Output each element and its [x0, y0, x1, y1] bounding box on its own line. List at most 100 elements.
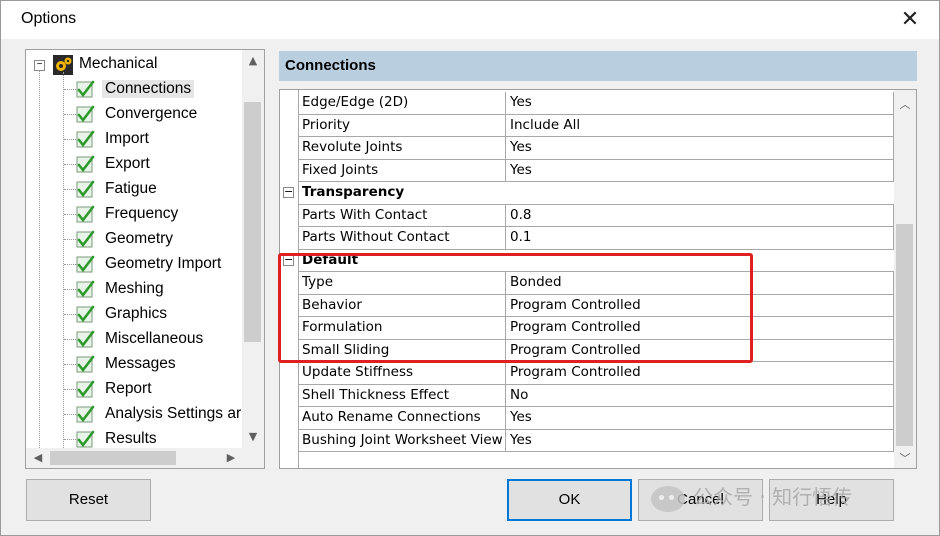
property-row[interactable]: Parts With Contact 0.8: [298, 204, 894, 227]
property-value[interactable]: 0.1: [506, 227, 894, 250]
tree-vertical-scrollbar[interactable]: ▲ ▼: [242, 50, 264, 448]
property-name: Priority: [298, 114, 506, 137]
property-value[interactable]: Yes: [506, 92, 894, 115]
options-tree[interactable]: − Mechanical Connections Convergence Impor…: [25, 49, 265, 469]
property-row[interactable]: Formulation Program Controlled: [298, 317, 894, 340]
property-name: Update Stiffness: [298, 362, 506, 385]
property-row[interactable]: Type Bonded: [298, 272, 894, 295]
grid-scroll-up-icon[interactable]: ︿: [896, 96, 914, 112]
group-collapse-toggle[interactable]: −: [283, 254, 294, 266]
close-button[interactable]: ✕: [895, 7, 925, 35]
tree-item-label: Geometry Import: [105, 255, 222, 272]
property-name: Edge/Edge (2D): [298, 92, 506, 115]
tree-scroll-thumb[interactable]: [244, 102, 261, 342]
tree-item-label: Import: [105, 130, 149, 147]
grid-vertical-scrollbar[interactable]: ︿ ﹀: [894, 90, 916, 468]
property-row[interactable]: Edge/Edge (2D) Yes: [298, 92, 894, 115]
property-value[interactable]: Yes: [506, 429, 894, 452]
tree-item-label: Connections: [102, 80, 195, 98]
tree-item-label: Export: [105, 155, 150, 172]
group-title: Transparency: [302, 184, 405, 200]
options-dialog: Options ✕ − Mechanical Connections Conver…: [0, 0, 940, 536]
property-row[interactable]: Parts Without Contact 0.1: [298, 227, 894, 250]
check-icon: [76, 280, 95, 298]
property-value[interactable]: Program Controlled: [506, 317, 894, 340]
check-icon: [76, 230, 95, 248]
property-name: Small Sliding: [298, 339, 506, 362]
tree-root-label: Mechanical: [79, 55, 158, 72]
property-name: Auto Rename Connections: [298, 407, 506, 430]
check-icon: [76, 305, 95, 323]
check-icon: [76, 380, 95, 398]
tree-horizontal-scrollbar[interactable]: ◀ ▶: [26, 448, 264, 468]
watermark-text: 公众号 · 知行悟传: [693, 485, 853, 509]
property-name: Formulation: [298, 317, 506, 340]
property-row[interactable]: Priority Include All: [298, 114, 894, 137]
property-value[interactable]: Yes: [506, 137, 894, 160]
property-row[interactable]: Revolute Joints Yes: [298, 137, 894, 160]
property-row[interactable]: Shell Thickness Effect No: [298, 384, 894, 407]
check-icon: [76, 430, 95, 448]
group-collapse-toggle[interactable]: −: [283, 186, 294, 198]
property-row[interactable]: Behavior Program Controlled: [298, 294, 894, 317]
property-row[interactable]: Auto Rename Connections Yes: [298, 407, 894, 430]
section-header: Connections: [279, 51, 917, 81]
window-title: Options: [21, 10, 77, 27]
property-name: Fixed Joints: [298, 159, 506, 182]
tree-item-label: Results: [105, 430, 157, 447]
check-icon: [76, 255, 95, 273]
group-default[interactable]: − Default: [280, 250, 894, 272]
tree-item-label: Graphics: [105, 305, 168, 322]
ok-button[interactable]: OK: [507, 479, 632, 521]
tree-item-label: Frequency: [105, 205, 179, 222]
watermark: 公众号 · 知行悟传: [651, 481, 852, 517]
close-icon: ✕: [900, 7, 920, 32]
property-name: Behavior: [298, 294, 506, 317]
property-name: Bushing Joint Worksheet View: [298, 429, 506, 452]
property-value[interactable]: Program Controlled: [506, 362, 894, 385]
title-bar: Options ✕: [1, 1, 939, 39]
tree-item-label: Geometry: [105, 230, 174, 247]
group-title: Default: [302, 251, 359, 268]
reset-button[interactable]: Reset: [26, 479, 151, 521]
property-row[interactable]: Fixed Joints Yes: [298, 159, 894, 182]
grid-scroll-thumb[interactable]: [896, 224, 913, 446]
scroll-up-icon[interactable]: ▲: [244, 54, 262, 67]
check-icon: [76, 130, 95, 148]
property-value[interactable]: Include All: [506, 114, 894, 137]
check-icon: [76, 405, 95, 423]
check-icon: [76, 155, 95, 173]
property-value[interactable]: Yes: [506, 159, 894, 182]
grid-scroll-down-icon[interactable]: ﹀: [896, 450, 914, 466]
property-name: Shell Thickness Effect: [298, 384, 506, 407]
property-value[interactable]: Bonded: [506, 272, 894, 295]
property-row[interactable]: Small Sliding Program Controlled: [298, 339, 894, 362]
tree-item-label: Meshing: [105, 280, 164, 297]
property-value[interactable]: Program Controlled: [506, 339, 894, 362]
property-name: Type: [298, 272, 506, 295]
tree-item-label: Fatigue: [105, 180, 157, 197]
check-icon: [76, 80, 95, 98]
scroll-left-icon[interactable]: ◀: [29, 451, 47, 464]
tree-item-label: Analysis Settings ar: [105, 405, 242, 422]
scroll-right-icon[interactable]: ▶: [222, 451, 240, 464]
check-icon: [76, 180, 95, 198]
scroll-down-icon[interactable]: ▼: [244, 430, 262, 443]
check-icon: [76, 105, 95, 123]
property-row[interactable]: Bushing Joint Worksheet View Yes: [298, 429, 894, 452]
wechat-icon: [651, 485, 685, 512]
property-name: Revolute Joints: [298, 137, 506, 160]
check-icon: [76, 205, 95, 223]
property-row[interactable]: Update Stiffness Program Controlled: [298, 362, 894, 385]
property-value[interactable]: Yes: [506, 407, 894, 430]
scroll-corner: [242, 448, 264, 468]
property-value[interactable]: Program Controlled: [506, 294, 894, 317]
property-value[interactable]: 0.8: [506, 204, 894, 227]
tree-item-label: Report: [105, 380, 152, 397]
tree-item-label: Convergence: [105, 105, 198, 122]
group-transparency[interactable]: − Transparency: [280, 182, 894, 205]
property-grid[interactable]: Edge/Edge (2D) Yes Priority Include All Revo…: [279, 89, 917, 469]
tree-hscroll-thumb[interactable]: [50, 451, 176, 465]
tree-item-label: Messages: [105, 355, 176, 372]
property-value[interactable]: No: [506, 384, 894, 407]
